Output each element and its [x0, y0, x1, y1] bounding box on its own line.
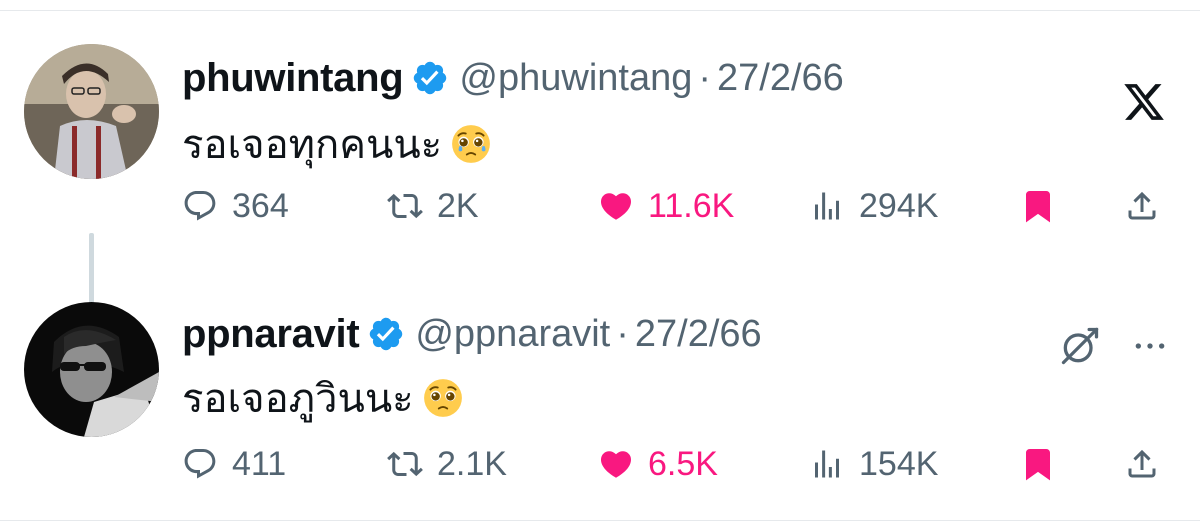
share-button[interactable]: [1124, 440, 1160, 488]
tweet-text-content: รอเจอทุกคนนะ: [182, 123, 443, 167]
x-logo-icon: [1124, 84, 1164, 120]
tweet-text: รอเจอภูวินนะ: [182, 366, 464, 430]
share-icon: [1128, 449, 1156, 478]
avatar[interactable]: [24, 44, 159, 179]
bottom-divider: [0, 520, 1200, 521]
like-icon: [600, 193, 632, 220]
tweet-header: phuwintang @phuwintang · 27/2/66: [182, 50, 844, 106]
top-divider: [0, 10, 1200, 11]
reply-count: 364: [232, 186, 289, 225]
repost-button[interactable]: 2K: [387, 182, 479, 230]
avatar[interactable]: [24, 302, 159, 437]
separator-dot: ·: [698, 56, 712, 99]
share-icon: [1128, 191, 1156, 220]
tweet-text-content: รอเจอภูวินนะ: [182, 377, 414, 421]
display-name[interactable]: phuwintang: [182, 56, 404, 101]
tweet-text: รอเจอทุกคนนะ: [182, 112, 492, 176]
tweet-date[interactable]: 27/2/66: [717, 57, 844, 100]
repost-count: 2.1K: [437, 444, 507, 483]
tweet-actions: 364 2K 11.6K 294K: [182, 182, 1172, 230]
like-icon: [600, 451, 632, 478]
bookmark-icon: [1026, 191, 1050, 223]
like-button[interactable]: 6.5K: [598, 440, 718, 488]
views-icon: [815, 450, 839, 478]
reply-icon: [184, 449, 216, 479]
user-handle[interactable]: @phuwintang: [459, 57, 692, 100]
repost-button[interactable]: 2.1K: [387, 440, 507, 488]
reply-count: 411: [232, 444, 287, 483]
bookmark-button[interactable]: [1020, 440, 1056, 488]
reply-button[interactable]: 411: [182, 440, 286, 488]
views-button[interactable]: 294K: [809, 182, 938, 230]
user-handle[interactable]: @ppnaravit: [415, 313, 610, 356]
pleading-face-with-tears-emoji: [452, 125, 491, 163]
verified-badge-icon: [370, 317, 403, 351]
more-icon[interactable]: [1128, 326, 1172, 366]
bookmark-icon: [1026, 449, 1050, 481]
tweet-actions: 411 2.1K 6.5K 154K: [182, 440, 1172, 488]
verified-badge-icon: [414, 61, 447, 95]
repost-icon: [387, 193, 423, 219]
tweet-date[interactable]: 27/2/66: [635, 313, 762, 356]
grok-icon[interactable]: [1058, 324, 1102, 368]
like-button[interactable]: 11.6K: [598, 182, 734, 230]
share-button[interactable]: [1124, 182, 1160, 230]
tweet-2[interactable]: ppnaravit @ppnaravit · 27/2/66 รอเจอภูวิ…: [0, 300, 1200, 500]
reply-icon: [184, 191, 216, 221]
views-icon: [815, 192, 839, 220]
bookmark-button[interactable]: [1020, 182, 1056, 230]
views-button[interactable]: 154K: [809, 440, 938, 488]
display-name[interactable]: ppnaravit: [182, 312, 360, 357]
repost-count: 2K: [437, 186, 479, 225]
views-count: 294K: [859, 186, 939, 225]
repost-icon: [387, 451, 423, 477]
pleading-face-emoji: [423, 379, 462, 417]
like-count: 6.5K: [648, 444, 718, 483]
tweet-header: ppnaravit @ppnaravit · 27/2/66: [182, 306, 762, 362]
views-count: 154K: [859, 444, 939, 483]
like-count: 11.6K: [648, 186, 735, 225]
tweet-1[interactable]: phuwintang @phuwintang · 27/2/66 รอเจอทุ…: [0, 40, 1200, 329]
separator-dot: ·: [616, 312, 629, 355]
reply-button[interactable]: 364: [182, 182, 289, 230]
